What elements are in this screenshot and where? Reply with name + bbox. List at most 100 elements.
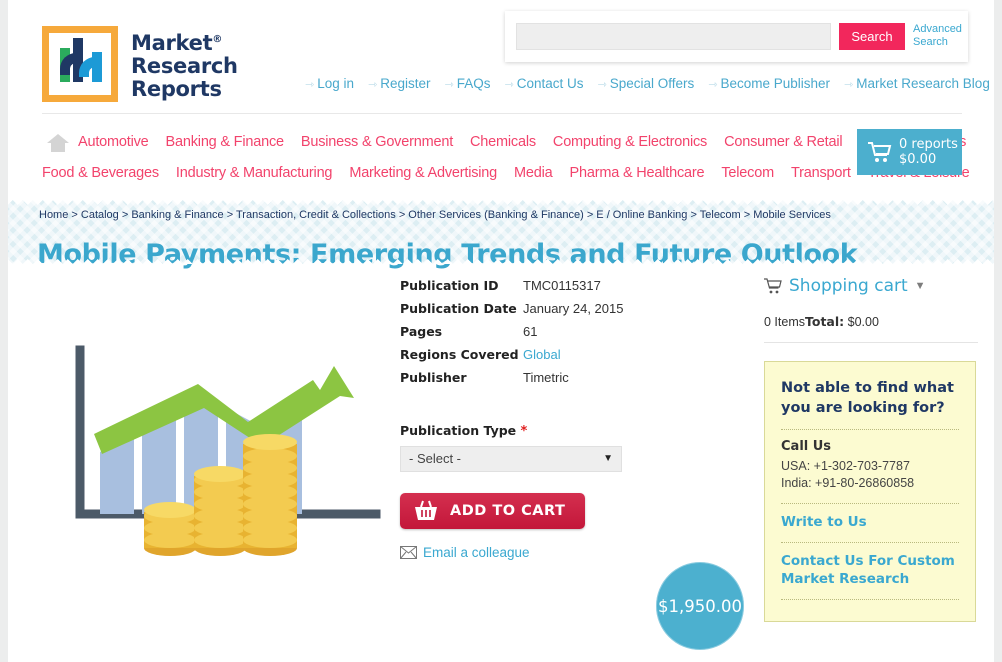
nav-item-industry-manufacturing[interactable]: Industry & Manufacturing [176, 165, 333, 181]
search-panel: Search Advanced Search [505, 11, 968, 62]
main-navigation: Automotive Banking & Finance Business & … [8, 122, 994, 200]
email-colleague-link[interactable]: Email a colleague [423, 545, 530, 560]
logo-mark-icon [42, 26, 118, 102]
nav-item-marketing-advertising[interactable]: Marketing & Advertising [349, 165, 497, 181]
top-link-become-publisher[interactable]: ⇾ Become Publisher [708, 76, 830, 91]
logo-line-1: Market [131, 31, 213, 55]
basket-icon [415, 500, 437, 520]
main-content: Publication ID TMC0115317 Publication Da… [8, 264, 994, 662]
nav-item-banking-finance[interactable]: Banking & Finance [166, 134, 285, 150]
top-link-register-label[interactable]: Register [380, 76, 430, 91]
advanced-search-link[interactable]: Advanced Search [913, 23, 969, 49]
nav-row-secondary: Food & Beverages Industry & Manufacturin… [42, 165, 970, 181]
table-row: Publication ID TMC0115317 [400, 278, 623, 301]
help-box-divider [781, 599, 959, 600]
nav-item-telecom[interactable]: Telecom [721, 165, 774, 181]
coin-stack-large [243, 434, 297, 556]
call-us-label: Call Us [781, 439, 832, 454]
help-box: Not able to find what you are looking fo… [764, 361, 976, 622]
coin-stack-small [144, 502, 196, 556]
nav-item-automotive[interactable]: Automotive [78, 134, 149, 150]
logo-wordmark: Market® Research Reports [131, 28, 238, 101]
page-container: Market® Research Reports Search Advanced… [8, 0, 994, 662]
top-link-faqs[interactable]: ⇾ FAQs [445, 76, 491, 91]
top-link-blog[interactable]: ⇾ Market Research Blog [844, 76, 990, 91]
site-header: Market® Research Reports Search Advanced… [8, 0, 994, 122]
home-icon[interactable] [46, 133, 70, 153]
registered-mark: ® [212, 34, 223, 45]
site-logo[interactable]: Market® Research Reports [42, 26, 238, 102]
help-box-divider [781, 542, 959, 543]
arrow-bullet-icon: ⇾ [444, 79, 454, 91]
envelope-icon [400, 546, 417, 559]
nav-item-computing-electronics[interactable]: Computing & Electronics [553, 134, 707, 150]
add-to-cart-button[interactable]: ADD TO CART [400, 493, 585, 529]
table-row: Pages 61 [400, 324, 623, 347]
title-band: Home > Catalog > Banking & Finance > Tra… [8, 200, 994, 270]
top-link-special-offers[interactable]: ⇾ Special Offers [598, 76, 695, 91]
nav-item-consumer-retail[interactable]: Consumer & Retail [724, 134, 842, 150]
cart-total-value: $0.00 [847, 315, 879, 329]
nav-item-media[interactable]: Media [514, 165, 553, 181]
top-link-contact-us-label[interactable]: Contact Us [517, 76, 584, 91]
arrow-bullet-icon: ⇾ [597, 79, 607, 91]
detail-key-publication-id: Publication ID [400, 278, 499, 293]
top-link-become-publisher-label[interactable]: Become Publisher [720, 76, 830, 91]
nav-item-transport[interactable]: Transport [791, 165, 851, 181]
publication-type-select[interactable]: - Select - ▼ [400, 446, 622, 472]
cart-summary-line: 0 ItemsTotal: $0.00 [764, 314, 978, 329]
top-link-login[interactable]: ⇾ Log in [305, 76, 354, 91]
search-button[interactable]: Search [839, 23, 905, 50]
nav-item-food-beverages[interactable]: Food & Beverages [42, 165, 159, 181]
mini-cart-icon [764, 278, 782, 294]
cart-total-label: Total: [805, 314, 845, 329]
phone-usa: USA: +1-302-703-7787 [781, 459, 910, 473]
detail-value-publication-date: January 24, 2015 [523, 301, 624, 316]
breadcrumb[interactable]: Home > Catalog > Banking & Finance > Tra… [39, 209, 831, 221]
email-colleague-row[interactable]: Email a colleague [400, 545, 640, 560]
sidebar-divider [764, 342, 978, 343]
nav-item-business-government[interactable]: Business & Government [301, 134, 453, 150]
top-link-faqs-label[interactable]: FAQs [457, 76, 491, 91]
detail-value-regions-covered: Global [523, 347, 623, 370]
arrow-bullet-icon: ⇾ [368, 79, 378, 91]
arrow-bullet-icon: ⇾ [708, 79, 718, 91]
detail-value-publisher: Timetric [523, 370, 569, 385]
regions-covered-link[interactable]: Global [523, 347, 561, 362]
cart-summary-button[interactable]: 0 reports $0.00 [857, 129, 962, 175]
help-box-divider [781, 429, 959, 430]
chevron-down-icon[interactable]: ▼ [915, 280, 926, 292]
report-illustration [75, 345, 381, 556]
phone-india: India: +91-80-26860858 [781, 476, 915, 490]
coin-stack-medium [194, 466, 246, 556]
price-badge: $1,950.00 [656, 562, 744, 650]
top-utility-links: ⇾ Log in ⇾ Register ⇾ FAQs ⇾ Contact Us ⇾ Spe… [305, 76, 990, 91]
top-link-register[interactable]: ⇾ Register [368, 76, 431, 91]
custom-research-link[interactable]: Contact Us For Custom Market Research [781, 552, 959, 588]
publication-type-label-text: Publication Type [400, 423, 517, 438]
shopping-cart-icon [868, 142, 892, 162]
cart-report-count: 0 reports [899, 137, 958, 152]
write-to-us-link[interactable]: Write to Us [781, 513, 959, 531]
top-link-contact-us[interactable]: ⇾ Contact Us [505, 76, 584, 91]
detail-key-publisher: Publisher [400, 370, 467, 385]
table-row: Regions Covered Global [400, 347, 623, 370]
detail-value-pages: 61 [523, 324, 538, 339]
detail-key-regions-covered: Regions Covered [400, 347, 519, 362]
nav-item-pharma-healthcare[interactable]: Pharma & Healthcare [570, 165, 705, 181]
logo-line-2: Research [131, 54, 238, 78]
publication-info: Publication ID TMC0115317 Publication Da… [400, 264, 640, 560]
shopping-cart-header[interactable]: Shopping cart ▼ [764, 276, 978, 296]
header-divider [42, 113, 962, 114]
top-link-login-label[interactable]: Log in [317, 76, 354, 91]
table-row: Publisher Timetric [400, 370, 623, 393]
search-input[interactable] [516, 23, 831, 50]
nav-row-primary: Automotive Banking & Finance Business & … [78, 134, 966, 150]
top-link-special-offers-label[interactable]: Special Offers [610, 76, 695, 91]
nav-item-chemicals[interactable]: Chemicals [470, 134, 536, 150]
top-link-blog-label[interactable]: Market Research Blog [856, 76, 990, 91]
cart-total-amount: $0.00 [899, 152, 937, 167]
chevron-down-icon: ▼ [603, 453, 613, 464]
shopping-cart-title[interactable]: Shopping cart [789, 276, 908, 296]
help-box-heading: Not able to find what you are looking fo… [781, 380, 954, 416]
